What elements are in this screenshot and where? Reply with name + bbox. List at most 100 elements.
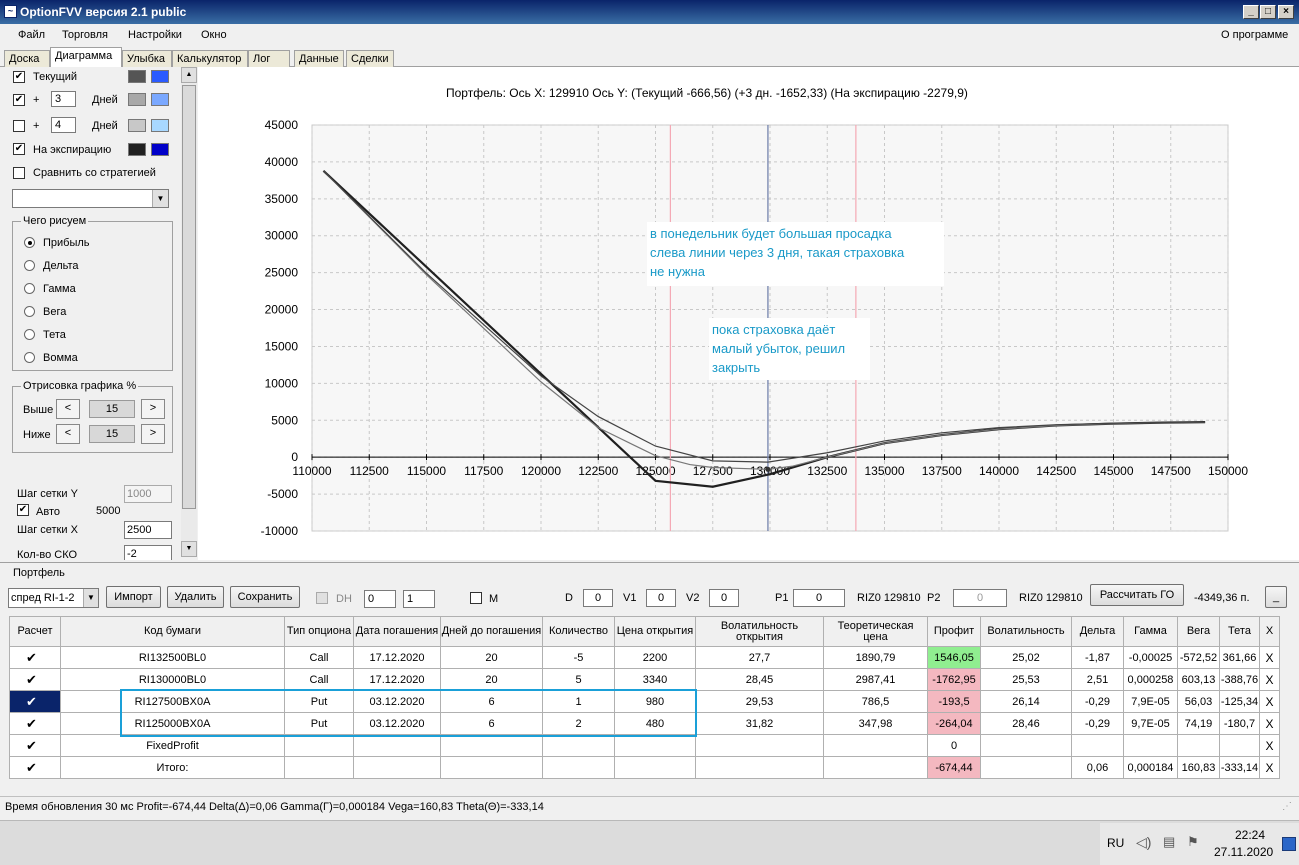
- radio-delta[interactable]: [24, 260, 35, 271]
- days-2-input[interactable]: 4: [51, 117, 76, 133]
- table-row[interactable]: ✔ Итого: -674,44 0,06 0,000184 160,83 -333,14 X: [9, 756, 1280, 779]
- volume-icon[interactable]: ◁): [1136, 834, 1151, 851]
- tab-calculator[interactable]: Калькулятор: [172, 50, 248, 67]
- remove-row-button[interactable]: X: [1259, 734, 1280, 757]
- scroll-up-icon[interactable]: ▲: [181, 67, 197, 83]
- calc-checkbox[interactable]: ✔: [9, 734, 61, 757]
- table-header-cell[interactable]: Волатильность открытия: [695, 616, 824, 647]
- below-increase-button[interactable]: >: [141, 424, 165, 444]
- calc-checkbox[interactable]: ✔: [9, 712, 61, 735]
- v2-input[interactable]: 0: [709, 589, 739, 607]
- scroll-down-icon[interactable]: ▼: [181, 541, 197, 557]
- payoff-chart[interactable]: -10000 -5000 0 5000 10000 15000 20000 25000 3000…: [198, 67, 1299, 560]
- language-indicator[interactable]: RU: [1107, 836, 1124, 850]
- menu-window[interactable]: Окно: [201, 29, 227, 41]
- table-row[interactable]: ✔ RI130000BL0 Call 17.12.2020 20 5 3340 28,45 29…: [9, 668, 1280, 691]
- table-row[interactable]: ✔ RI127500BX0A Put 03.12.2020 6 1 980 29,53 786,…: [9, 690, 1280, 713]
- current-checkbox[interactable]: ✔: [13, 71, 25, 83]
- grid-y-input[interactable]: 1000: [124, 485, 172, 503]
- plus-days-2-alt-color-swatch[interactable]: [151, 119, 169, 132]
- radio-theta[interactable]: [24, 329, 35, 340]
- expiry-checkbox[interactable]: ✔: [13, 143, 25, 155]
- remove-row-button[interactable]: X: [1259, 646, 1280, 669]
- strategy-select[interactable]: спред RI-1-2 ▼: [8, 588, 99, 608]
- tab-data[interactable]: Данные: [294, 50, 344, 67]
- dh-stepper-1[interactable]: 0: [364, 590, 396, 608]
- table-header-cell[interactable]: Цена открытия: [614, 616, 696, 647]
- plus-days-2-color-swatch[interactable]: [128, 119, 146, 132]
- above-decrease-button[interactable]: <: [56, 399, 80, 419]
- radio-profit[interactable]: [24, 237, 35, 248]
- table-header-cell[interactable]: Гамма: [1123, 616, 1178, 647]
- menu-trade[interactable]: Торговля: [62, 29, 108, 41]
- table-header-cell[interactable]: Теоретическая цена: [823, 616, 928, 647]
- network-icon[interactable]: ▤: [1163, 834, 1175, 850]
- plus-days-1-color-swatch[interactable]: [128, 93, 146, 106]
- show-desktop-icon[interactable]: [1282, 837, 1296, 851]
- dh-checkbox[interactable]: [316, 592, 328, 604]
- tab-deals[interactable]: Сделки: [346, 50, 394, 67]
- tab-smile[interactable]: Улыбка: [122, 50, 172, 67]
- minimize-panel-button[interactable]: _: [1265, 586, 1287, 608]
- tab-log[interactable]: Лог: [248, 50, 290, 67]
- calc-checkbox[interactable]: ✔: [9, 690, 61, 713]
- remove-row-button[interactable]: X: [1259, 756, 1280, 779]
- delete-button[interactable]: Удалить: [167, 586, 224, 608]
- table-header-cell[interactable]: Вега: [1177, 616, 1220, 647]
- menu-about[interactable]: О программе: [1221, 29, 1288, 41]
- m-checkbox[interactable]: [470, 592, 482, 604]
- radio-vomma[interactable]: [24, 352, 35, 363]
- auto-checkbox[interactable]: ✔: [17, 504, 29, 516]
- d-input[interactable]: 0: [583, 589, 613, 607]
- table-header-cell[interactable]: Волатильность: [980, 616, 1072, 647]
- table-header-cell[interactable]: Дней до погашения: [440, 616, 543, 647]
- left-panel-scrollbar[interactable]: ▲ ▼: [181, 67, 197, 557]
- import-button[interactable]: Импорт: [106, 586, 161, 608]
- calc-margin-button[interactable]: Рассчитать ГО: [1090, 584, 1184, 606]
- remove-row-button[interactable]: X: [1259, 668, 1280, 691]
- tab-board[interactable]: Доска: [4, 50, 50, 67]
- table-row[interactable]: ✔ FixedProfit 0 X: [9, 734, 1280, 757]
- tab-diagram[interactable]: Диаграмма: [50, 47, 122, 68]
- above-increase-button[interactable]: >: [141, 399, 165, 419]
- radio-vega[interactable]: [24, 306, 35, 317]
- plus-days-2-checkbox[interactable]: [13, 120, 25, 132]
- expiry-color-swatch[interactable]: [128, 143, 146, 156]
- calc-checkbox[interactable]: ✔: [9, 646, 61, 669]
- calc-checkbox[interactable]: ✔: [9, 756, 61, 779]
- table-header-cell[interactable]: Расчет: [9, 616, 61, 647]
- p1-input[interactable]: 0: [793, 589, 845, 607]
- v1-input[interactable]: 0: [646, 589, 676, 607]
- table-header-cell[interactable]: Дельта: [1071, 616, 1124, 647]
- current-color-swatch[interactable]: [128, 70, 146, 83]
- table-header-cell[interactable]: Тип опциона: [284, 616, 354, 647]
- table-header-cell[interactable]: Дата погашения: [353, 616, 441, 647]
- radio-gamma[interactable]: [24, 283, 35, 294]
- strategy-compare-select[interactable]: ▼: [12, 189, 169, 208]
- below-decrease-button[interactable]: <: [56, 424, 80, 444]
- days-1-input[interactable]: 3: [51, 91, 76, 107]
- below-value[interactable]: 15: [89, 425, 135, 443]
- clock-time[interactable]: 22:24: [1228, 828, 1272, 842]
- table-header-cell[interactable]: Профит: [927, 616, 981, 647]
- p2-input[interactable]: 0: [953, 589, 1007, 607]
- save-button[interactable]: Сохранить: [230, 586, 300, 608]
- plus-days-1-alt-color-swatch[interactable]: [151, 93, 169, 106]
- current-alt-color-swatch[interactable]: [151, 70, 169, 83]
- calc-checkbox[interactable]: ✔: [9, 668, 61, 691]
- minimize-window-button[interactable]: _: [1243, 5, 1259, 19]
- menu-file[interactable]: Файл: [18, 29, 45, 41]
- expiry-alt-color-swatch[interactable]: [151, 143, 169, 156]
- compare-checkbox[interactable]: [13, 167, 25, 179]
- table-header-cell[interactable]: Код бумаги: [60, 616, 285, 647]
- plus-days-1-checkbox[interactable]: ✔: [13, 94, 25, 106]
- sko-input[interactable]: -2: [124, 545, 172, 560]
- table-row[interactable]: ✔ RI125000BX0A Put 03.12.2020 6 2 480 31,82 347,…: [9, 712, 1280, 735]
- dh-stepper-2[interactable]: 1: [403, 590, 435, 608]
- clock-date[interactable]: 27.11.2020: [1214, 845, 1273, 859]
- scroll-thumb[interactable]: [182, 85, 196, 509]
- grid-x-input[interactable]: 2500: [124, 521, 172, 539]
- close-window-button[interactable]: ×: [1278, 5, 1294, 19]
- flag-icon[interactable]: ⚑: [1187, 834, 1199, 850]
- table-row[interactable]: ✔ RI132500BL0 Call 17.12.2020 20 -5 2200 27,7 18…: [9, 646, 1280, 669]
